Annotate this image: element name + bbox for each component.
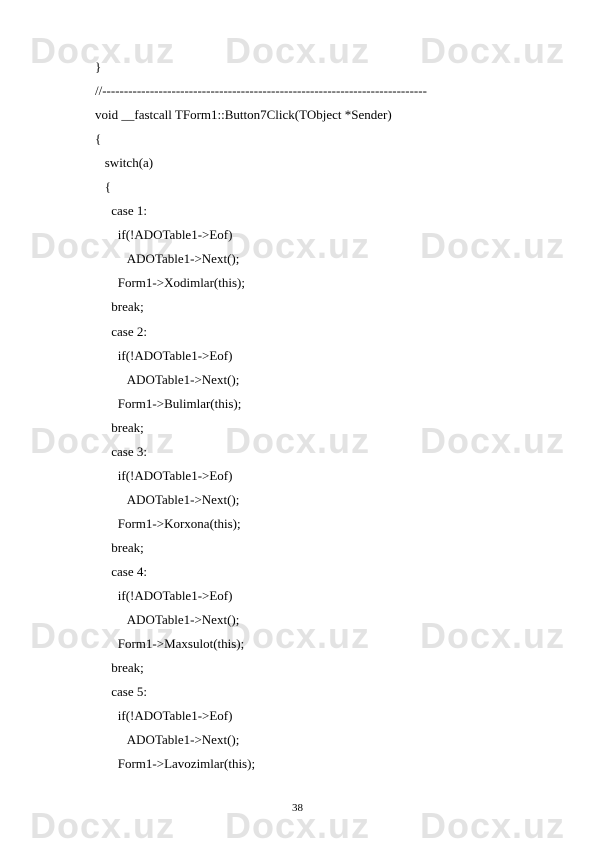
page-number: 38 xyxy=(0,802,595,814)
code-content: }//-------------------------------------… xyxy=(0,0,595,796)
code-line: case 4: xyxy=(95,560,525,584)
code-line: break; xyxy=(95,416,525,440)
code-line: { xyxy=(95,127,525,151)
code-line: break; xyxy=(95,536,525,560)
code-line: //--------------------------------------… xyxy=(95,79,525,103)
code-line: if(!ADOTable1->Eof) xyxy=(95,464,525,488)
code-line: Form1->Xodimlar(this); xyxy=(95,271,525,295)
code-line: ADOTable1->Next(); xyxy=(95,247,525,271)
code-line: ADOTable1->Next(); xyxy=(95,728,525,752)
code-line: break; xyxy=(95,295,525,319)
code-line: if(!ADOTable1->Eof) xyxy=(95,584,525,608)
code-line: ADOTable1->Next(); xyxy=(95,368,525,392)
code-line: case 3: xyxy=(95,440,525,464)
code-line: ADOTable1->Next(); xyxy=(95,488,525,512)
code-line: ADOTable1->Next(); xyxy=(95,608,525,632)
code-line: if(!ADOTable1->Eof) xyxy=(95,704,525,728)
code-line: Form1->Maxsulot(this); xyxy=(95,632,525,656)
code-line: switch(a) xyxy=(95,151,525,175)
code-line: break; xyxy=(95,656,525,680)
code-line: Form1->Bulimlar(this); xyxy=(95,392,525,416)
code-line: if(!ADOTable1->Eof) xyxy=(95,344,525,368)
code-line: Form1->Lavozimlar(this); xyxy=(95,752,525,776)
code-line: } xyxy=(95,55,525,79)
code-line: case 1: xyxy=(95,199,525,223)
code-line: void __fastcall TForm1::Button7Click(TOb… xyxy=(95,103,525,127)
code-line: case 2: xyxy=(95,320,525,344)
code-line: case 5: xyxy=(95,680,525,704)
code-line: if(!ADOTable1->Eof) xyxy=(95,223,525,247)
code-line: Form1->Korxona(this); xyxy=(95,512,525,536)
code-line: { xyxy=(95,175,525,199)
